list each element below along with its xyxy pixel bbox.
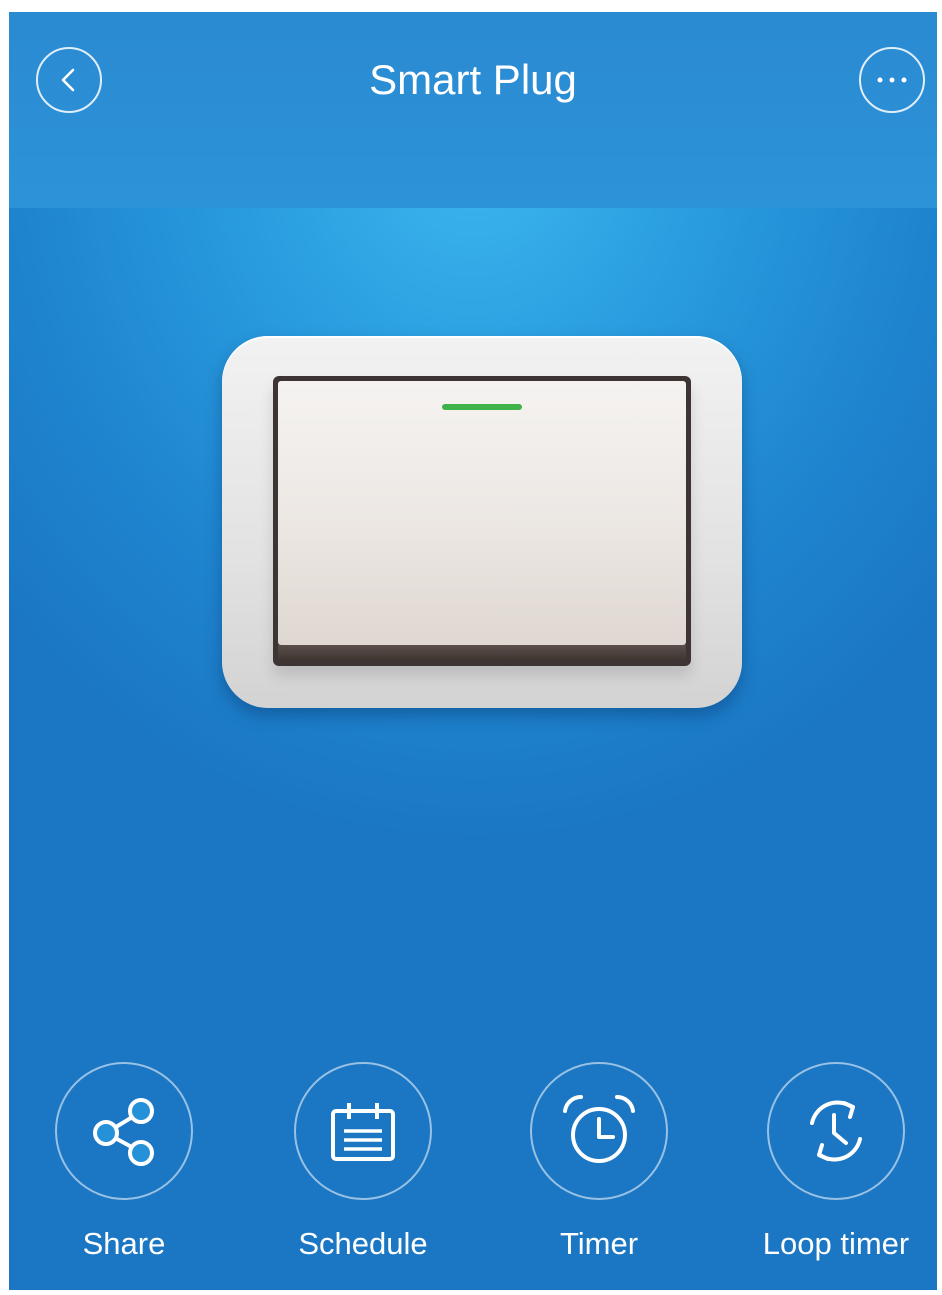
action-bar: Share Schedule Timer Loop timer (9, 1062, 937, 1282)
share-label: Share (82, 1226, 166, 1261)
switch-rocker-edge (278, 645, 686, 661)
header-bar: Smart Plug (9, 12, 937, 208)
alarm-clock-icon (563, 1094, 635, 1163)
switch-rocker (278, 381, 686, 645)
smart-plug-screen: Smart Plug Share Schedule Timer Loop tim… (9, 12, 937, 1290)
page-title: Smart Plug (369, 56, 577, 103)
schedule-button[interactable] (294, 1062, 432, 1200)
loop-timer-action[interactable]: Loop timer (721, 1062, 937, 1282)
loop-timer-label: Loop timer (762, 1226, 910, 1261)
share-icon (93, 1098, 154, 1166)
share-action[interactable]: Share (9, 1062, 239, 1282)
more-dots-icon (877, 77, 907, 83)
share-button[interactable] (55, 1062, 193, 1200)
schedule-action[interactable]: Schedule (248, 1062, 478, 1282)
timer-action[interactable]: Timer (484, 1062, 714, 1282)
timer-button[interactable] (530, 1062, 668, 1200)
schedule-label: Schedule (298, 1226, 428, 1261)
more-options-button[interactable] (859, 47, 925, 113)
calendar-icon (331, 1103, 395, 1161)
switch-rocker-frame (273, 376, 691, 666)
loop-timer-button[interactable] (767, 1062, 905, 1200)
power-indicator-light (442, 404, 522, 410)
timer-label: Timer (559, 1226, 639, 1261)
loop-timer-icon (810, 1100, 862, 1162)
power-switch[interactable] (222, 336, 742, 708)
